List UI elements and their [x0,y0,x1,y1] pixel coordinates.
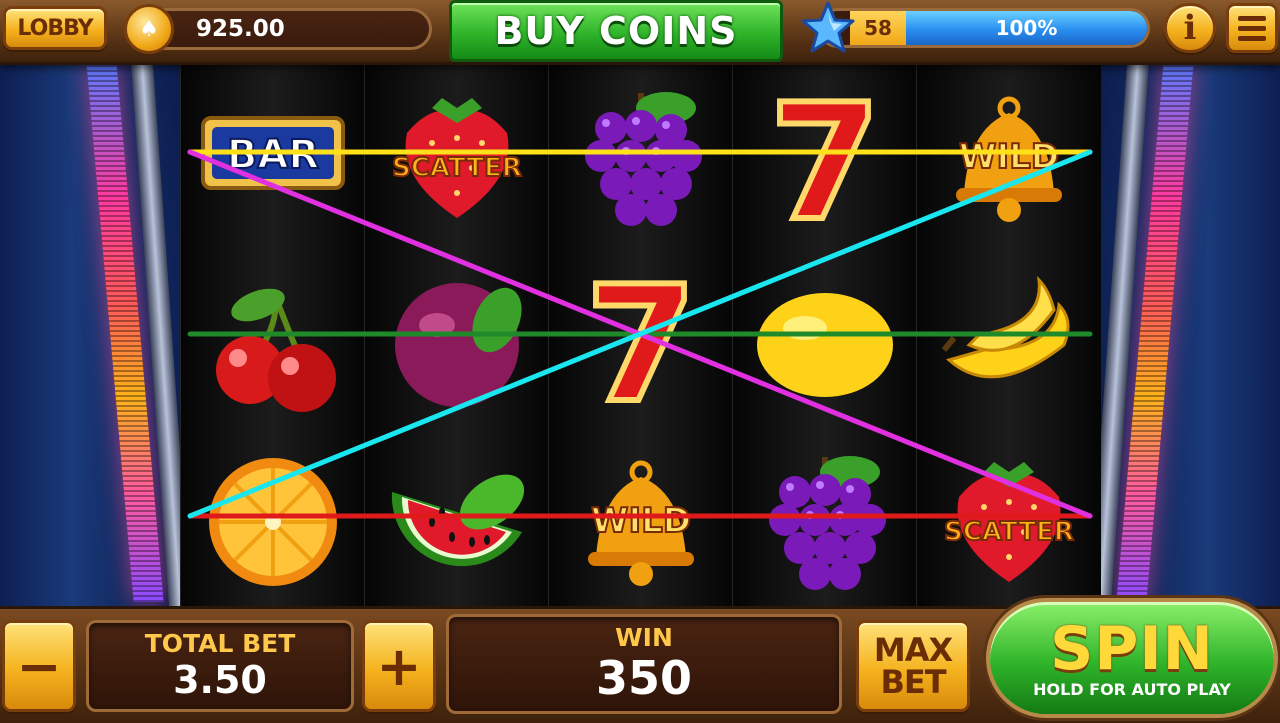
reel-5: WILD SCATTER [916,62,1101,607]
spin-button[interactable]: SPIN HOLD FOR AUTO PLAY [986,598,1278,718]
seven-symbol: 7 [549,244,733,426]
orange-icon [209,458,337,586]
watermelon-icon [391,474,525,567]
win-value: 350 [595,651,693,705]
reel-1: BAR [180,62,365,607]
reel-2: SCATTER [364,62,549,607]
reel-4: 7 [732,62,917,607]
bell-wild-icon: WILD [956,96,1062,222]
increase-bet-button[interactable]: + [362,620,436,712]
menu-icon [1238,15,1266,21]
cherry-symbol [181,244,365,426]
seven-symbol-label: 7 [585,251,696,420]
bell-wild-icon: WILD [588,460,694,586]
grapes-symbol [733,426,917,608]
plum-icon [395,283,522,407]
seven-icon: 7 [582,250,699,420]
wild-symbol-label: WILD [591,501,691,541]
reel-3: 7 WILD [548,62,733,607]
seven-symbol-label: 7 [769,69,880,238]
spin-label: SPIN [1050,613,1214,684]
win-panel: WIN 350 [446,614,842,714]
scatter-symbol-label: SCATTER [944,517,1074,547]
total-bet-value: 3.50 [173,658,267,702]
strawberry-scatter-icon: SCATTER [943,462,1075,582]
cherry-icon [216,288,336,412]
balance-value: 925.00 [196,16,285,42]
reel-area: BAR SCATTER 7 WILD 7 WILD SCATTER [180,62,1101,607]
orange-symbol [181,426,365,608]
total-bet-panel: TOTAL BET 3.50 [86,620,354,712]
max-bet-label-top: MAX [873,631,953,669]
total-bet-label: TOTAL BET [144,629,296,658]
strawberry-scatter-icon: SCATTER [391,98,523,218]
menu-button[interactable] [1226,3,1278,53]
grapes-icon [585,92,702,226]
seven-icon: 7 [766,68,883,238]
wild-symbol-label: WILD [959,137,1059,177]
buy-coins-button[interactable]: BUY COINS [449,0,783,62]
seven-symbol: 7 [733,62,917,244]
auto-play-hint: HOLD FOR AUTO PLAY [1033,679,1231,699]
lemon-symbol [733,244,917,426]
bell-wild-symbol: WILD [917,62,1101,244]
level-value: 58 [850,11,906,45]
xp-percent: 100% [995,16,1058,40]
bell-wild-symbol: WILD [549,426,733,608]
bar-symbol-label: BAR [227,132,319,178]
win-label: WIN [615,623,673,652]
decrease-bet-button[interactable]: − [2,620,76,712]
plum-symbol [365,244,549,426]
banana-icon [941,275,1070,379]
info-button[interactable]: i [1164,3,1216,53]
bar-symbol: BAR [181,62,365,244]
max-bet-label-bottom: BET [880,663,946,701]
lemon-icon [757,293,893,397]
strawberry-scatter-symbol: SCATTER [917,426,1101,608]
max-bet-button[interactable]: MAX BET [856,620,970,712]
grapes-icon [769,456,886,590]
scatter-symbol-label: SCATTER [392,153,522,183]
coin-icon: ♠ [124,4,174,54]
banana-symbol [917,244,1101,426]
lobby-button[interactable]: LOBBY [3,6,107,50]
strawberry-scatter-symbol: SCATTER [365,62,549,244]
watermelon-symbol [365,426,549,608]
bar-icon: BAR [201,116,345,190]
grapes-symbol [549,62,733,244]
star-icon [801,1,855,53]
